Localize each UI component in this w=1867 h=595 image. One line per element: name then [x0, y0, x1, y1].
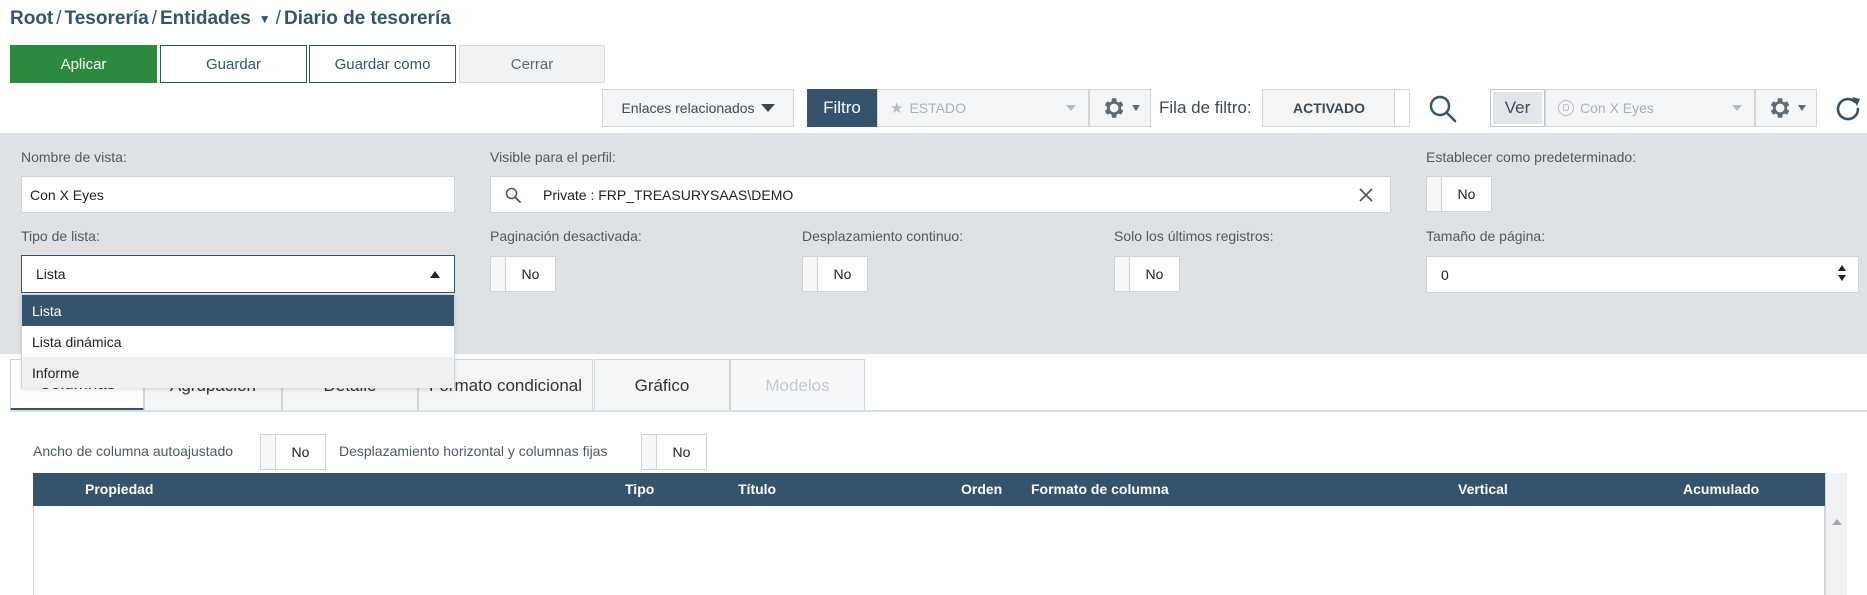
filter-select-placeholder: ESTADO: [909, 100, 966, 116]
tab-divider: [10, 410, 1867, 412]
close-button[interactable]: Cerrar: [459, 45, 605, 83]
search-icon[interactable]: [1428, 94, 1458, 124]
filter-row-value: ACTIVADO: [1292, 100, 1366, 116]
breadcrumb-separator: /: [151, 8, 157, 29]
table-scrollbar[interactable]: [1825, 473, 1847, 595]
toggle-knob: [1394, 90, 1409, 126]
breadcrumb-separator: /: [56, 8, 62, 29]
list-type-select[interactable]: Lista: [21, 255, 455, 293]
chevron-up-icon: [430, 271, 440, 278]
gear-icon: [1770, 98, 1790, 118]
chevron-down-icon: [1798, 105, 1806, 111]
list-type-label: Tipo de lista:: [21, 228, 100, 244]
tab-grafico[interactable]: Gráfico: [594, 359, 730, 411]
chevron-down-icon: [760, 104, 775, 112]
column-header-acumulado[interactable]: Acumulado: [1683, 473, 1759, 506]
gear-icon: [1104, 98, 1124, 118]
view-select-value: Con X Eyes: [1580, 100, 1654, 116]
view-name-label: Nombre de vista:: [21, 149, 127, 165]
pagination-label: Paginación desactivada:: [490, 228, 642, 244]
chevron-down-icon: [1732, 105, 1742, 111]
refresh-icon[interactable]: [1832, 93, 1864, 125]
pagination-value: No: [521, 266, 540, 282]
column-header-tipo[interactable]: Tipo: [625, 473, 654, 506]
filter-button[interactable]: Filtro: [807, 89, 877, 127]
toggle-knob: [1427, 177, 1442, 211]
toggle-knob: [1115, 257, 1130, 291]
auto-width-label: Ancho de columna autoajustado: [33, 443, 234, 459]
list-type-option-lista[interactable]: Lista: [22, 295, 454, 326]
pagination-toggle[interactable]: No: [490, 256, 556, 292]
latest-records-value: No: [1145, 266, 1164, 282]
view-settings-button[interactable]: [1755, 89, 1817, 127]
columns-table-body: [33, 506, 1825, 595]
column-header-formato[interactable]: Formato de columna: [1031, 473, 1169, 506]
column-header-vertical[interactable]: Vertical: [1458, 473, 1508, 506]
toggle-knob: [803, 257, 818, 291]
list-type-value: Lista: [36, 266, 66, 282]
breadcrumb-tesoreria[interactable]: Tesorería: [65, 8, 149, 30]
column-header-titulo[interactable]: Título: [738, 473, 776, 506]
view-select[interactable]: D Con X Eyes: [1545, 89, 1755, 127]
toggle-knob: [261, 435, 276, 469]
close-icon[interactable]: [1358, 187, 1374, 203]
set-default-toggle[interactable]: No: [1426, 176, 1492, 212]
star-icon: ★: [890, 100, 904, 117]
default-view-badge-icon: D: [1558, 100, 1574, 116]
filter-settings-button[interactable]: [1089, 89, 1151, 127]
columns-table-header: Propiedad Tipo Título Orden Formato de c…: [33, 473, 1825, 506]
page-size-input[interactable]: 0: [1426, 256, 1859, 293]
filter-row-toggle[interactable]: ACTIVADO: [1262, 89, 1410, 127]
save-as-button[interactable]: Guardar como: [309, 45, 456, 83]
filter-row-label: Fila de filtro:: [1159, 98, 1252, 117]
column-header-propiedad[interactable]: Propiedad: [85, 473, 153, 506]
stepper-arrows-icon[interactable]: [1838, 265, 1848, 281]
auto-width-toggle[interactable]: No: [260, 434, 326, 470]
chevron-down-icon[interactable]: ▼: [259, 12, 271, 26]
latest-records-label: Solo los últimos registros:: [1114, 228, 1274, 244]
horizontal-scroll-value: No: [672, 444, 691, 460]
page-size-value: 0: [1441, 266, 1449, 283]
visible-profile-input[interactable]: Private : FRP_TREASURYSAAS\DEMO: [490, 176, 1391, 213]
set-default-label: Establecer como predeterminado:: [1426, 149, 1637, 165]
toggle-knob: [491, 257, 506, 291]
chevron-down-icon: [1066, 105, 1076, 111]
page-size-label: Tamaño de página:: [1426, 228, 1546, 244]
column-header-orden[interactable]: Orden: [961, 473, 1002, 506]
filter-select[interactable]: ★ ESTADO: [877, 89, 1089, 127]
visible-profile-label: Visible para el perfil:: [490, 149, 616, 165]
toggle-knob: [642, 435, 657, 469]
apply-button[interactable]: Aplicar: [10, 45, 157, 83]
list-type-option-lista-dinamica[interactable]: Lista dinámica: [22, 326, 454, 357]
view-name-input[interactable]: Con X Eyes: [21, 176, 455, 213]
continuous-scroll-label: Desplazamiento continuo:: [802, 228, 964, 244]
view-name-value: Con X Eyes: [30, 186, 104, 203]
related-links-label: Enlaces relacionados: [621, 100, 755, 116]
breadcrumb-entidades[interactable]: Entidades: [160, 8, 251, 30]
list-type-option-informe[interactable]: Informe: [22, 357, 454, 388]
search-icon: [505, 187, 521, 203]
latest-records-toggle[interactable]: No: [1114, 256, 1180, 292]
chevron-down-icon: [1132, 105, 1140, 111]
chevron-up-icon[interactable]: [1832, 519, 1842, 525]
tab-modelos[interactable]: Modelos: [730, 359, 865, 411]
horizontal-scroll-label: Desplazamiento horizontal y columnas fij…: [339, 443, 608, 459]
continuous-scroll-value: No: [833, 266, 852, 282]
visible-profile-value: Private : FRP_TREASURYSAAS\DEMO: [543, 186, 794, 203]
list-type-dropdown: Lista Lista dinámica Informe: [21, 294, 455, 388]
breadcrumb-separator: /: [275, 8, 281, 29]
set-default-value: No: [1457, 186, 1476, 202]
page-title: Diario de tesorería: [283, 8, 451, 29]
breadcrumb: Root / Tesorería / Entidades ▼ / Diario …: [10, 8, 451, 30]
save-button[interactable]: Guardar: [160, 45, 307, 83]
horizontal-scroll-toggle[interactable]: No: [641, 434, 707, 470]
related-links-dropdown[interactable]: Enlaces relacionados: [602, 89, 794, 127]
continuous-scroll-toggle[interactable]: No: [802, 256, 868, 292]
view-button[interactable]: Ver: [1490, 89, 1545, 127]
auto-width-value: No: [291, 444, 310, 460]
breadcrumb-root[interactable]: Root: [10, 8, 53, 30]
